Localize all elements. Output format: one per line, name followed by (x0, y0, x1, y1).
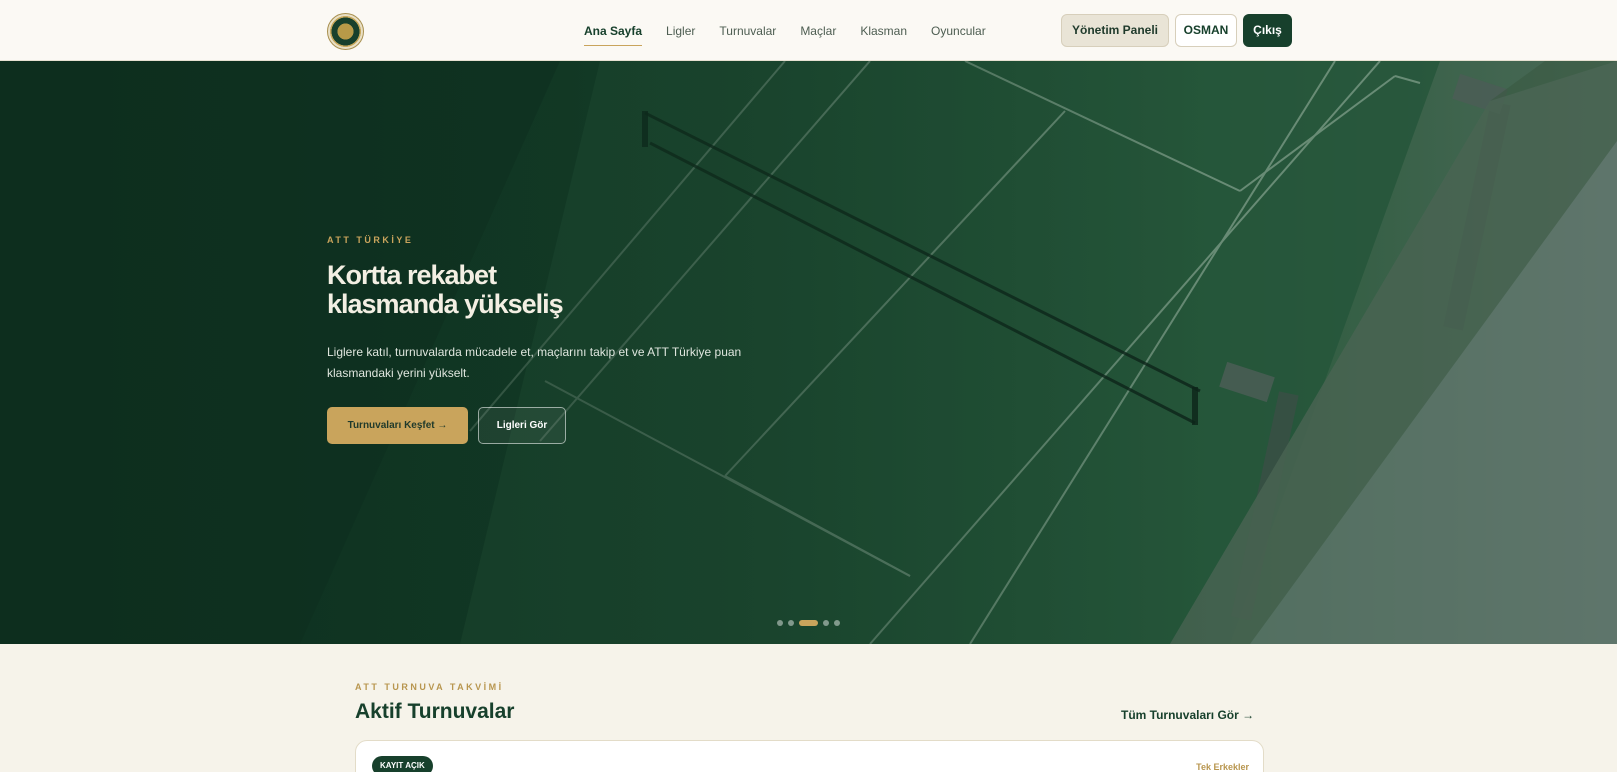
status-badge: KAYIT AÇIK (372, 756, 433, 772)
hero-description: Liglere katıl, turnuvalarda mücadele et,… (327, 345, 742, 380)
all-tournaments-link[interactable]: Tüm Turnuvaları Gör → (1121, 708, 1254, 722)
nav-ranking[interactable]: Klasman (860, 24, 907, 46)
top-navbar: Ana Sayfa Ligler Turnuvalar Maçlar Klasm… (0, 0, 1617, 61)
section-title: Aktif Turnuvalar (355, 700, 515, 723)
admin-panel-button[interactable]: Yönetim Paneli (1061, 14, 1169, 47)
nav-players[interactable]: Oyuncular (931, 24, 986, 46)
view-leagues-button[interactable]: Ligleri Gör (478, 407, 566, 444)
hero-eyebrow: ATT TÜRKİYE (327, 235, 414, 245)
user-button[interactable]: OSMAN (1175, 14, 1237, 47)
carousel-dot[interactable] (823, 620, 829, 626)
nav-tournaments[interactable]: Turnuvalar (719, 24, 776, 46)
main-nav: Ana Sayfa Ligler Turnuvalar Maçlar Klasm… (584, 24, 1010, 46)
explore-tournaments-button[interactable]: Turnuvaları Keşfet → (327, 407, 468, 444)
carousel-dot[interactable] (834, 620, 840, 626)
hero-banner (0, 61, 1617, 644)
logout-button[interactable]: Çıkış (1243, 14, 1292, 47)
hero-title-line2: klasmanda yükseliş (327, 289, 564, 319)
hero-title: Kortta rekabet klasmanda yükseliş (327, 261, 747, 319)
hero-overlay (0, 61, 1617, 644)
nav-matches[interactable]: Maçlar (800, 24, 836, 46)
carousel-dot-active[interactable] (799, 620, 818, 626)
hero-title-line1: Kortta rekabet (327, 260, 497, 290)
nav-leagues[interactable]: Ligler (666, 24, 695, 46)
carousel-dot[interactable] (777, 620, 783, 626)
section-eyebrow: ATT TURNUVA TAKVİMİ (355, 682, 504, 692)
tournament-card[interactable]: KAYIT AÇIK Tek Erkekler (355, 740, 1264, 772)
tournament-category: Tek Erkekler (1196, 762, 1249, 772)
carousel-indicators (777, 620, 840, 626)
carousel-dot[interactable] (788, 620, 794, 626)
logo-icon[interactable] (327, 13, 364, 50)
nav-home[interactable]: Ana Sayfa (584, 24, 643, 46)
